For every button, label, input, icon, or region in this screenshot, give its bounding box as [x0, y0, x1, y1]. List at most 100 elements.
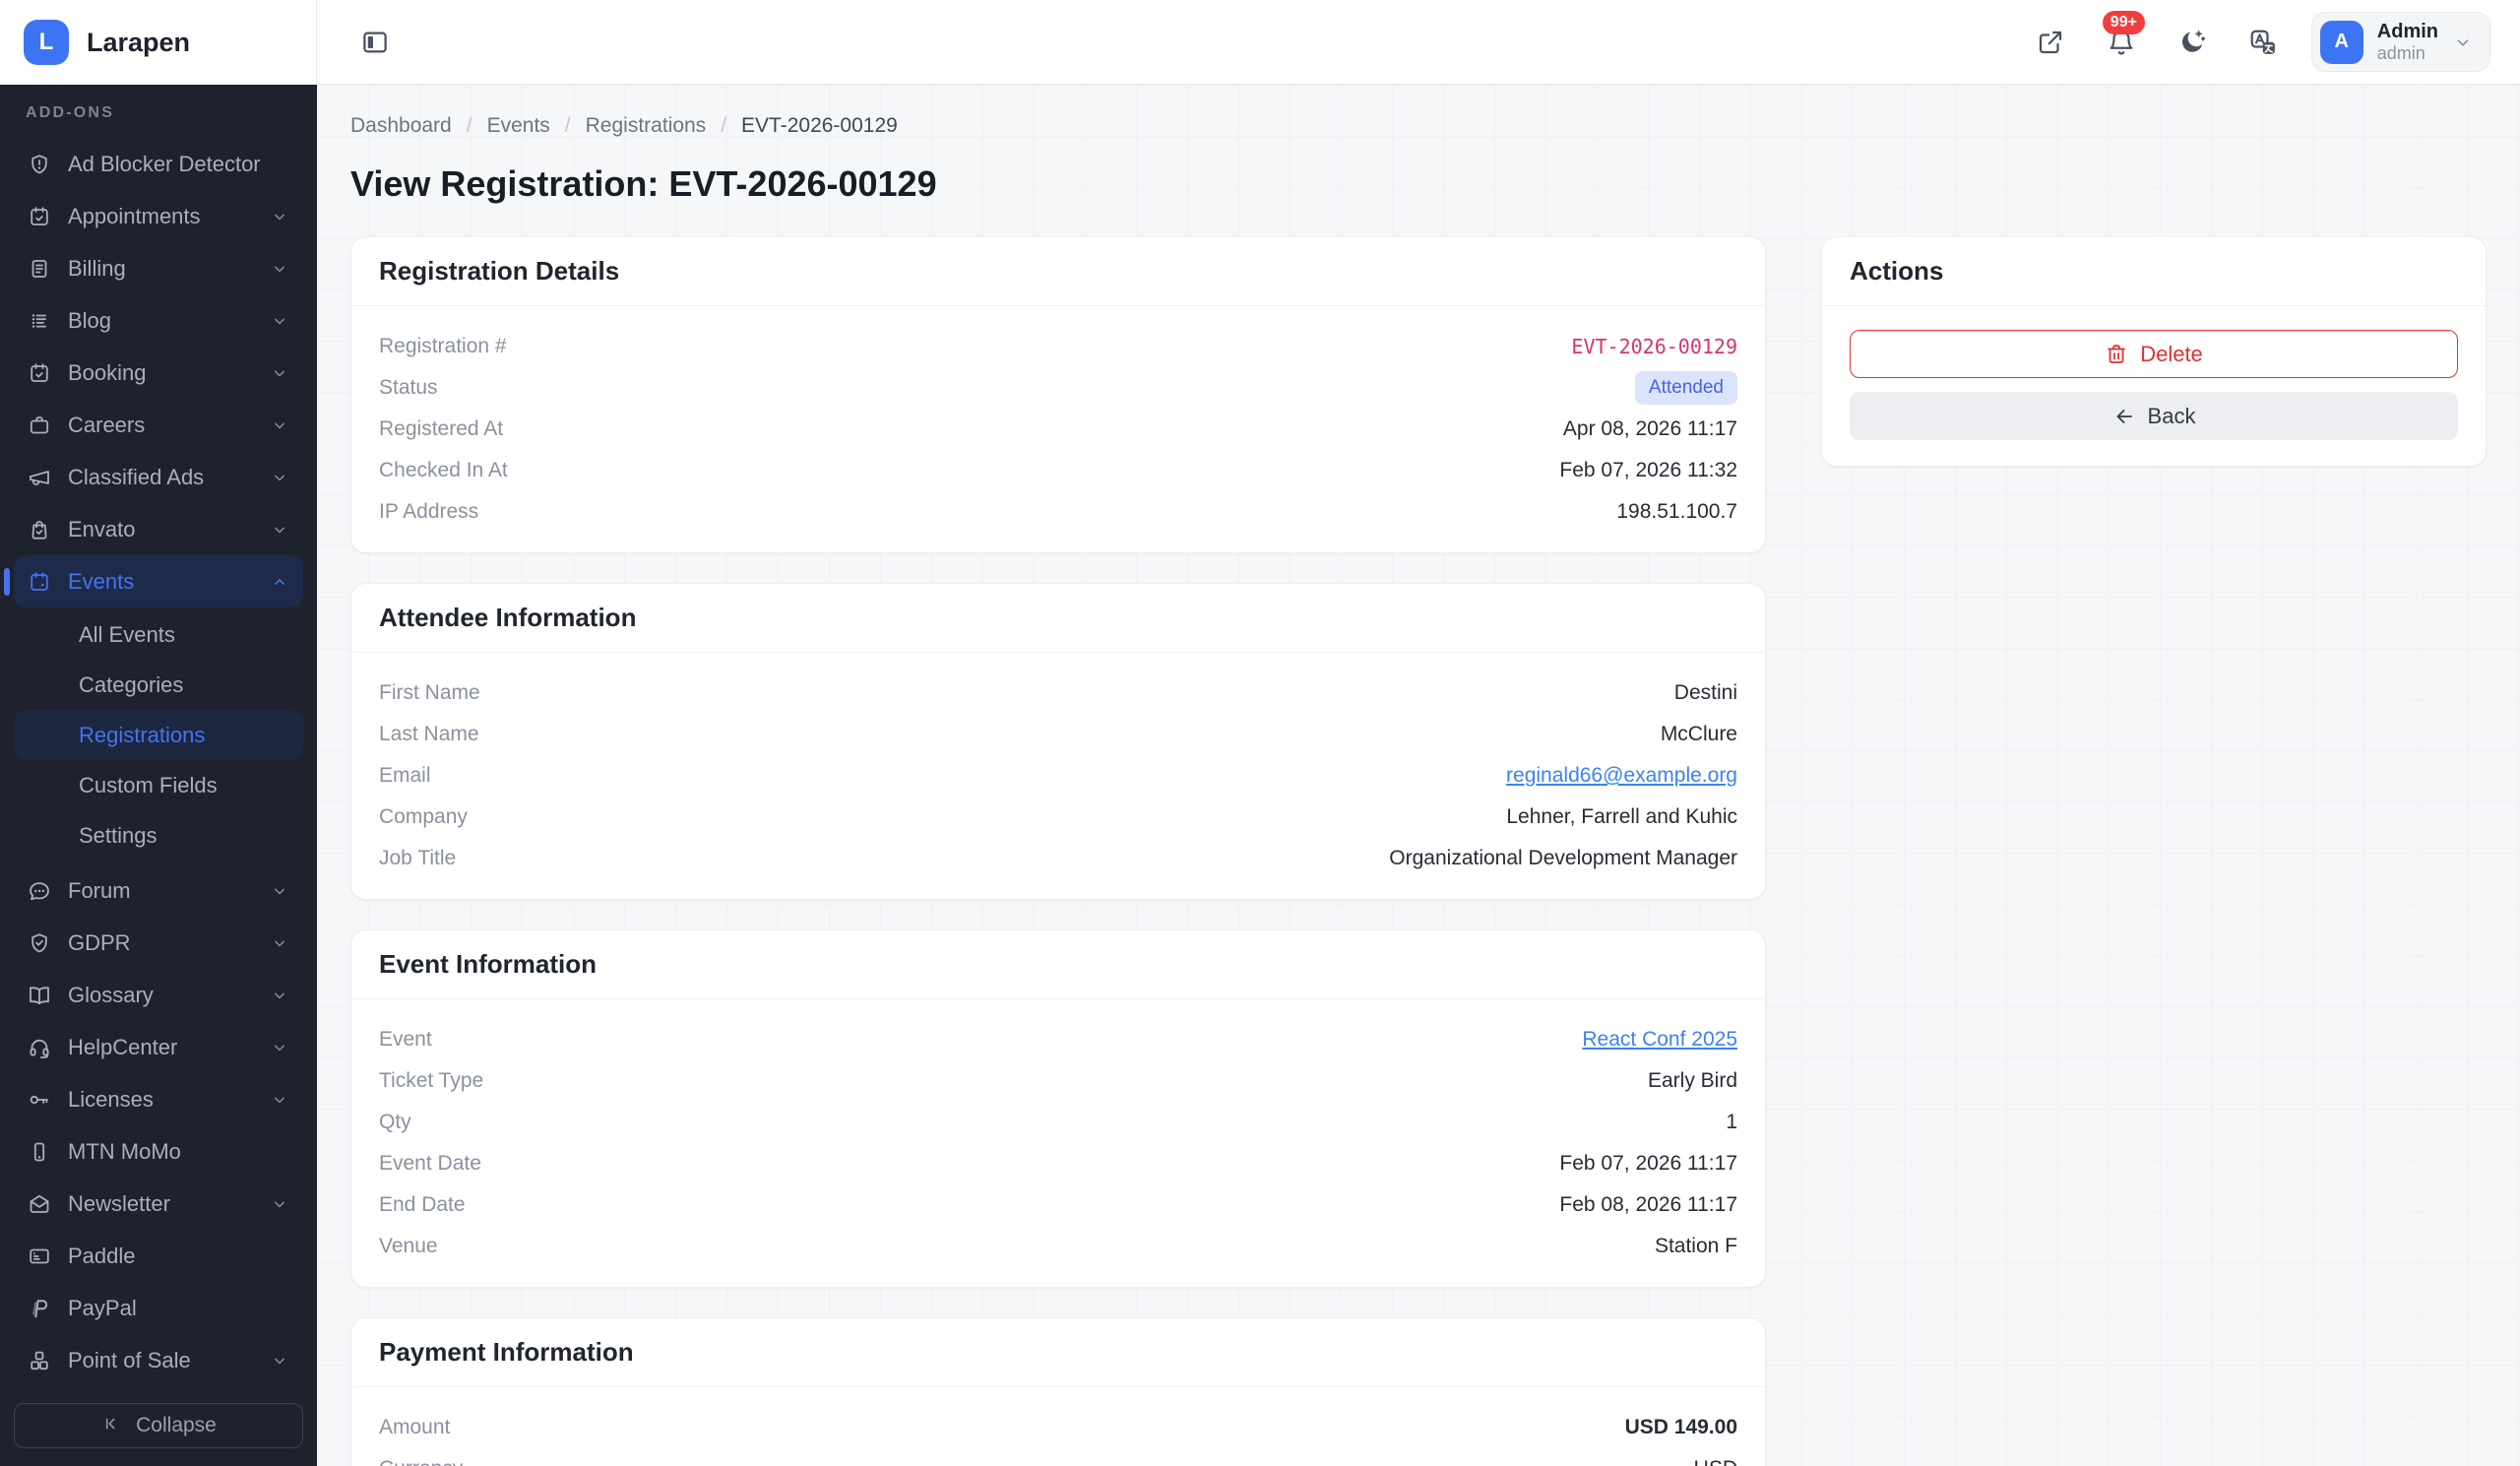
sidebar-item-paypal[interactable]: PayPal — [14, 1282, 303, 1334]
sidebar-item-booking[interactable]: Booking — [14, 347, 303, 399]
page-content: Dashboard / Events / Registrations / EVT-2026-… — [317, 85, 2520, 1466]
row-value-link[interactable]: reginald66@example.org — [1506, 764, 1737, 788]
shopping-bag-icon — [28, 518, 51, 542]
sidebar-item-classified-ads[interactable]: Classified Ads — [14, 451, 303, 503]
sidebar-item-label: Ad Blocker Detector — [68, 151, 261, 176]
sidebar-item-label: Forum — [68, 877, 131, 903]
app-root: L Larapen ADD-ONS Ad Blocker Detector App… — [0, 0, 2520, 1466]
language-button[interactable] — [2240, 20, 2286, 65]
breadcrumb-registrations[interactable]: Registrations — [586, 114, 707, 138]
row-label: Currency — [379, 1457, 463, 1466]
sidebar-item-settings[interactable]: Settings — [14, 810, 303, 860]
row-value: Organizational Development Manager — [1389, 847, 1737, 869]
back-button[interactable]: Back — [1850, 392, 2458, 440]
sidebar-item-mtn-momo[interactable]: MTN MoMo — [14, 1125, 303, 1178]
sidebar-item-licenses[interactable]: Licenses — [14, 1073, 303, 1125]
external-link-icon — [2036, 28, 2065, 57]
dark-mode-toggle[interactable] — [2170, 20, 2215, 65]
brand-home-link[interactable]: L Larapen — [0, 0, 317, 85]
sidebar-toggle-button[interactable] — [352, 20, 398, 65]
notifications-button[interactable]: 99+ — [2099, 10, 2145, 65]
key-icon — [28, 1088, 51, 1112]
row-value: Destini — [1673, 681, 1737, 704]
chevron-down-icon — [270, 1038, 289, 1057]
sidebar-item-helpcenter[interactable]: HelpCenter — [14, 1021, 303, 1073]
breadcrumb-dashboard[interactable]: Dashboard — [350, 114, 452, 138]
breadcrumb: Dashboard / Events / Registrations / EVT-2026-… — [350, 114, 2487, 138]
card-header: Payment Information — [351, 1318, 1765, 1387]
row-label: Email — [379, 764, 431, 787]
row-label: First Name — [379, 681, 480, 704]
sidebar-item-gdpr[interactable]: GDPR — [14, 917, 303, 969]
avatar: A — [2319, 20, 2363, 64]
sidebar-item-ad-blocker-detector[interactable]: Ad Blocker Detector — [14, 138, 303, 190]
breadcrumb-events[interactable]: Events — [487, 114, 550, 138]
detail-row-venue: Venue Station F — [379, 1226, 1737, 1267]
row-value: Feb 07, 2026 11:17 — [1559, 1152, 1737, 1175]
row-value: EVT-2026-00129 — [1571, 335, 1737, 358]
actions-card: Actions Delete Back — [1821, 236, 2487, 467]
chevron-down-icon — [270, 1351, 289, 1370]
card-title: Registration Details — [379, 256, 620, 286]
open-site-button[interactable] — [2028, 20, 2073, 65]
sidebar-item-all-events[interactable]: All Events — [14, 609, 303, 660]
breadcrumb-separator: / — [564, 114, 571, 137]
credit-card-icon — [28, 1244, 51, 1268]
brand-logo: L — [24, 20, 69, 65]
row-value: USD — [1694, 1457, 1737, 1466]
card-title: Event Information — [379, 949, 598, 979]
sidebar-item-newsletter[interactable]: Newsletter — [14, 1178, 303, 1230]
row-value: Early Bird — [1647, 1069, 1737, 1092]
notification-badge: 99+ — [2102, 10, 2145, 34]
row-value: Feb 07, 2026 11:32 — [1559, 459, 1737, 481]
row-label: End Date — [379, 1193, 466, 1216]
user-name: Admin — [2376, 20, 2438, 42]
chevron-down-icon — [270, 1090, 289, 1110]
card-title: Attendee Information — [379, 603, 637, 632]
sidebar-item-events[interactable]: Events — [4, 555, 303, 607]
back-button-label: Back — [2147, 403, 2196, 428]
sidebar-item-appointments[interactable]: Appointments — [14, 190, 303, 242]
detail-row-qty: Qty 1 — [379, 1102, 1737, 1143]
detail-row-last-name: Last Name McClure — [379, 714, 1737, 755]
sidebar-submenu-events: All Events Categories Registrations Custom … — [14, 607, 303, 864]
calendar-check-icon — [28, 361, 51, 385]
row-value: Feb 08, 2026 11:17 — [1559, 1193, 1737, 1216]
chevron-down-icon — [270, 1194, 289, 1214]
collapse-button[interactable]: Collapse — [14, 1403, 303, 1448]
sidebar-item-billing[interactable]: Billing — [14, 242, 303, 294]
sidebar-item-blog[interactable]: Blog — [14, 294, 303, 347]
row-label: Last Name — [379, 723, 479, 745]
sidebar-item-forum[interactable]: Forum — [14, 864, 303, 917]
detail-row-ticket-type: Ticket Type Early Bird — [379, 1060, 1737, 1102]
sidebar-item-registrations[interactable]: Registrations — [14, 710, 303, 760]
sidebar-item-paddle[interactable]: Paddle — [14, 1230, 303, 1282]
sidebar-item-point-of-sale[interactable]: Point of Sale — [14, 1334, 303, 1386]
sidebar-collapse-wrap: Collapse — [14, 1389, 303, 1448]
row-label: Status — [379, 376, 438, 399]
sidebar-item-custom-fields[interactable]: Custom Fields — [14, 760, 303, 810]
card-body: Amount USD 149.00 Currency USD — [351, 1387, 1765, 1466]
sidebar-item-categories[interactable]: Categories — [14, 660, 303, 710]
arrow-left-icon — [2112, 405, 2136, 428]
row-label: Qty — [379, 1111, 411, 1133]
topbar: 99+ A Admin admin — [317, 0, 2520, 85]
row-value-link[interactable]: React Conf 2025 — [1582, 1028, 1737, 1052]
detail-row-event: Event React Conf 2025 — [379, 1019, 1737, 1060]
row-label: Registered At — [379, 417, 504, 440]
detail-row-email: Email reginald66@example.org — [379, 755, 1737, 797]
user-menu[interactable]: A Admin admin — [2310, 11, 2490, 73]
sidebar-item-envato[interactable]: Envato — [14, 503, 303, 555]
sidebar-item-label: Paddle — [68, 1243, 136, 1268]
delete-button[interactable]: Delete — [1850, 330, 2458, 378]
sidebar-item-careers[interactable]: Careers — [14, 399, 303, 451]
chevron-down-icon — [2452, 32, 2474, 53]
sidebar-item-glossary[interactable]: Glossary — [14, 969, 303, 1021]
sidebar-item-label: GDPR — [68, 929, 131, 955]
actions-card-body: Delete Back — [1822, 306, 2486, 466]
trash-icon — [2105, 343, 2128, 366]
payment-information-card: Payment Information Amount USD 149.00 Curre… — [350, 1317, 1766, 1466]
collapse-icon — [100, 1414, 124, 1437]
breadcrumb-separator: / — [721, 114, 727, 137]
event-information-card: Event Information Event React Conf 2025 Tic… — [350, 929, 1766, 1288]
